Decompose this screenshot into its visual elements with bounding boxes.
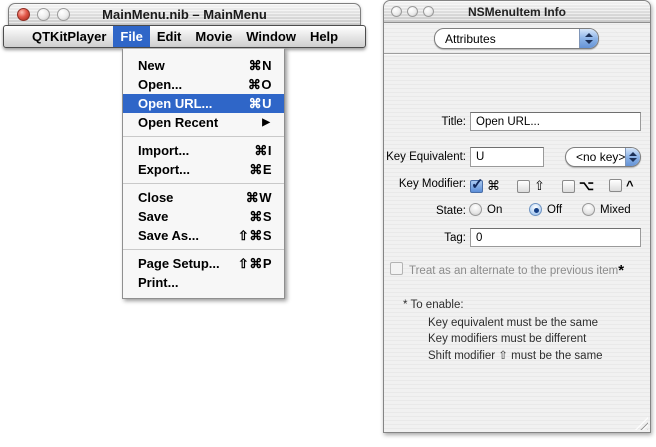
- radio-unselected[interactable]: [582, 203, 595, 216]
- radio-unselected[interactable]: [469, 203, 482, 216]
- menubar-item-help[interactable]: Help: [303, 26, 345, 47]
- state-label: State:: [435, 204, 466, 217]
- popup-selected-label: Attributes: [445, 31, 496, 46]
- menu-item-open-url[interactable]: Open URL... ⌘U: [123, 94, 284, 113]
- menu-item-label: New: [138, 58, 165, 73]
- menu-item-label: Open...: [138, 77, 183, 92]
- menu-item-label: Open URL...: [138, 96, 213, 111]
- menu-item-save[interactable]: Save ⌘S: [123, 207, 284, 226]
- modifier-command[interactable]: ⌘: [470, 175, 500, 194]
- modifier-option[interactable]: ⌥: [562, 178, 594, 194]
- alternate-label: Treat as an alternate to the previous it…: [409, 262, 624, 279]
- tag-label: Tag:: [444, 231, 466, 244]
- checkbox-unchecked[interactable]: [517, 179, 530, 193]
- footnote-line: Shift modifier ⇧ must be the same: [428, 350, 603, 362]
- title-label: Title:: [441, 115, 467, 128]
- footnote-line: Key modifiers must be different: [428, 333, 587, 345]
- menu-item-page-setup[interactable]: Page Setup... ⇧⌘P: [123, 254, 284, 273]
- menu-item-shortcut: ⇧⌘P: [237, 255, 272, 271]
- menu-item-label: Open Recent: [138, 115, 219, 130]
- popup-stepper-icon: [625, 148, 640, 166]
- checkbox-unchecked[interactable]: [609, 179, 622, 192]
- alternate-label-text: Treat as an alternate to the previous it…: [409, 265, 619, 277]
- inspector-title: NSMenuItem Info: [468, 4, 566, 19]
- tag-row: Tag: 0: [384, 228, 650, 247]
- key-equivalent-row: Key Equivalent: U <no key>: [384, 147, 650, 167]
- alternate-row: Treat as an alternate to the previous it…: [384, 261, 650, 279]
- title-row: Title: Open URL...: [384, 112, 650, 131]
- menu-item-shortcut: ⌘S: [249, 208, 272, 224]
- menu-item-close[interactable]: Close ⌘W: [123, 188, 284, 207]
- menu-separator: [123, 183, 284, 184]
- menu-item-label: Print...: [138, 275, 179, 290]
- radio-label: On: [487, 203, 503, 216]
- footnote-header: * To enable:: [403, 299, 464, 311]
- state-row: State: On Off Mixed: [384, 203, 650, 218]
- radio-label: Mixed: [600, 203, 631, 216]
- inspector-pane-popup[interactable]: Attributes: [434, 28, 599, 49]
- key-modifier-row: Key Modifier: ⌘ ⇧ ⌥ ^: [384, 175, 650, 195]
- state-mixed[interactable]: Mixed: [582, 203, 631, 216]
- menu-item-shortcut: ⌘E: [249, 161, 272, 177]
- menu-item-print[interactable]: Print...: [123, 273, 284, 292]
- menu-item-shortcut: ⌘U: [248, 95, 272, 111]
- menubar: QTKitPlayer File Edit Movie Window Help: [3, 25, 366, 48]
- title-field[interactable]: Open URL...: [470, 112, 641, 131]
- menubar-item-window[interactable]: Window: [239, 26, 303, 47]
- menu-item-label: Close: [138, 190, 174, 205]
- menu-item-shortcut: ⌘W: [245, 189, 272, 205]
- radio-label: Off: [547, 203, 563, 216]
- option-icon: ⌥: [579, 178, 594, 193]
- radio-selected[interactable]: [529, 203, 542, 216]
- inspector-titlebar: NSMenuItem Info: [384, 1, 650, 23]
- menu-item-new[interactable]: New ⌘N: [123, 56, 284, 75]
- menu-item-save-as[interactable]: Save As... ⇧⌘S: [123, 226, 284, 245]
- menu-item-label: Import...: [138, 143, 190, 158]
- control-icon: ^: [626, 178, 634, 193]
- alternate-asterisk: *: [618, 262, 625, 279]
- file-menu-dropdown: New ⌘N Open... ⌘O Open URL... ⌘U Open Re…: [122, 48, 285, 299]
- key-equivalent-label: Key Equivalent:: [386, 151, 466, 163]
- alternate-checkbox[interactable]: [390, 262, 403, 275]
- menu-item-export[interactable]: Export... ⌘E: [123, 160, 284, 179]
- shift-icon: ⇧: [534, 178, 545, 193]
- menu-item-shortcut: ⌘I: [254, 142, 272, 158]
- footnote-line: Key equivalent must be the same: [428, 317, 599, 329]
- menu-item-label: Page Setup...: [138, 256, 220, 271]
- state-off[interactable]: Off: [529, 203, 562, 216]
- key-equivalent-field[interactable]: U: [470, 147, 544, 167]
- menu-editor-titlebar: MainMenu.nib – MainMenu: [8, 3, 361, 25]
- modifier-shift[interactable]: ⇧: [517, 178, 545, 194]
- section-divider: [384, 53, 650, 55]
- command-icon: ⌘: [487, 178, 500, 193]
- state-on[interactable]: On: [469, 203, 502, 216]
- menu-item-shortcut: ⌘N: [248, 57, 272, 73]
- menu-item-import[interactable]: Import... ⌘I: [123, 141, 284, 160]
- menu-item-label: Save As...: [138, 228, 199, 243]
- menu-item-shortcut: ⇧⌘S: [237, 227, 272, 243]
- menu-separator: [123, 136, 284, 137]
- window-title: MainMenu.nib – MainMenu: [102, 7, 267, 22]
- menu-item-open[interactable]: Open... ⌘O: [123, 75, 284, 94]
- checkbox-checked[interactable]: [470, 175, 484, 193]
- tag-field[interactable]: 0: [470, 228, 641, 247]
- key-modifier-label: Key Modifier:: [398, 178, 466, 190]
- inspector-panel: NSMenuItem Info Attributes Title: Open U…: [383, 0, 651, 433]
- checkbox-unchecked[interactable]: [562, 179, 575, 193]
- menu-separator: [123, 249, 284, 250]
- popup-selected-label: <no key>: [576, 150, 626, 164]
- menubar-item-movie[interactable]: Movie: [188, 26, 239, 47]
- menu-item-open-recent[interactable]: Open Recent ▶: [123, 113, 284, 132]
- menubar-item-edit[interactable]: Edit: [150, 26, 189, 47]
- menu-item-shortcut: ⌘O: [247, 76, 272, 92]
- modifier-control[interactable]: ^: [609, 178, 634, 193]
- menubar-item-file[interactable]: File: [113, 26, 150, 47]
- resize-grip[interactable]: [635, 417, 648, 430]
- menubar-item-qtkitplayer[interactable]: QTKitPlayer: [25, 26, 113, 47]
- menu-item-label: Export...: [138, 162, 191, 177]
- submenu-arrow-icon: ▶: [262, 117, 270, 128]
- menu-item-label: Save: [138, 209, 169, 224]
- popup-stepper-icon: [579, 29, 598, 48]
- key-popup[interactable]: <no key>: [565, 147, 641, 167]
